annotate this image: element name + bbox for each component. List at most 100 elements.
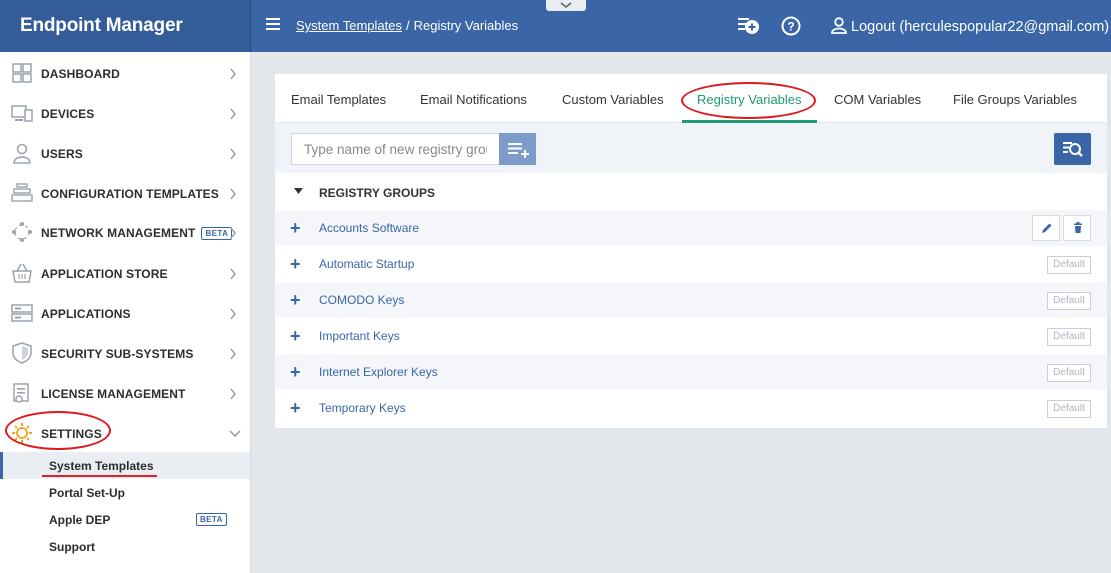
registry-group-name[interactable]: Important Keys — [319, 329, 400, 343]
svg-text:?: ? — [787, 20, 794, 34]
expand-plus-icon[interactable]: + — [290, 291, 301, 309]
user-icon — [831, 17, 847, 34]
table-row: + Internet Explorer Keys Default — [275, 354, 1107, 390]
hamburger-icon[interactable] — [266, 18, 280, 32]
applications-icon — [11, 304, 33, 322]
add-registry-group-button[interactable] — [499, 133, 536, 165]
table-row: + Automatic Startup Default — [275, 246, 1107, 282]
sidebar-item-settings[interactable]: SETTINGS — [0, 413, 250, 453]
expand-plus-icon[interactable]: + — [290, 327, 301, 345]
registry-group-name[interactable]: COMODO Keys — [319, 293, 404, 307]
registry-group-name-input[interactable] — [291, 133, 500, 165]
sidebar-item-label-text: NETWORK MANAGEMENT — [41, 226, 196, 240]
sidebar-item-label: SETTINGS — [41, 427, 102, 441]
beta-badge: BETA — [196, 513, 227, 526]
expand-plus-icon[interactable]: + — [290, 399, 301, 417]
license-icon — [13, 383, 29, 403]
tab-custom-variables[interactable]: Custom Variables — [562, 92, 664, 107]
sidebar-item-applications[interactable]: APPLICATIONS — [0, 293, 250, 333]
delete-button[interactable] — [1063, 215, 1091, 241]
default-badge: Default — [1047, 400, 1091, 418]
users-icon — [13, 143, 31, 164]
sidebar-subitem-apple-dep[interactable]: Apple DEP BETA — [0, 506, 250, 533]
tab-file-groups-variables[interactable]: File Groups Variables — [953, 92, 1077, 107]
registry-group-name[interactable]: Internet Explorer Keys — [319, 365, 438, 379]
chevron-right-icon — [230, 108, 236, 120]
top-bar: Endpoint Manager System Templates / Regist… — [0, 0, 1111, 52]
collapse-header-toggle[interactable] — [546, 0, 586, 11]
sidebar-item-label: DEVICES — [41, 107, 95, 121]
sidebar-item-label: NETWORK MANAGEMENT BETA — [41, 226, 233, 240]
sidebar-item-users[interactable]: USERS — [0, 133, 250, 173]
sidebar-subitem-label: Apple DEP — [49, 513, 111, 527]
filter-search-button[interactable] — [1054, 133, 1091, 165]
sidebar-item-dashboard[interactable]: DASHBOARD — [0, 53, 250, 93]
registry-groups-header[interactable]: REGISTRY GROUPS — [275, 173, 1107, 210]
chevron-down-icon — [560, 2, 572, 9]
sidebar-item-label: CONFIGURATION TEMPLATES — [41, 187, 219, 201]
sidebar-item-application-store[interactable]: APPLICATION STORE — [0, 253, 250, 293]
table-row: + Important Keys Default — [275, 318, 1107, 354]
help-icon[interactable]: ? — [780, 15, 802, 37]
tab-email-templates[interactable]: Email Templates — [291, 92, 386, 107]
sidebar: DASHBOARD DEVICES USERS CONFIGURATION TE… — [0, 52, 251, 573]
expand-plus-icon[interactable]: + — [290, 363, 301, 381]
registry-group-name[interactable]: Temporary Keys — [319, 401, 406, 415]
sidebar-item-license-management[interactable]: LICENSE MANAGEMENT — [0, 373, 250, 413]
pencil-icon — [1042, 223, 1052, 233]
tab-com-variables[interactable]: COM Variables — [834, 92, 921, 107]
tab-registry-variables[interactable]: Registry Variables — [697, 92, 802, 107]
toolbar — [275, 123, 1107, 173]
tab-email-notifications[interactable]: Email Notifications — [420, 92, 527, 107]
chevron-right-icon — [230, 188, 236, 200]
logout-label: Logout (herculespopular22@gmail.com) — [851, 19, 1110, 35]
sidebar-item-security-sub-systems[interactable]: SECURITY SUB-SYSTEMS — [0, 333, 250, 373]
default-badge: Default — [1047, 256, 1091, 274]
chevron-right-icon — [230, 227, 236, 239]
default-badge: Default — [1047, 292, 1091, 310]
sidebar-subitem-support[interactable]: Support — [0, 533, 250, 560]
content-panel: Email Templates Email Notifications Cust… — [275, 74, 1107, 428]
expand-plus-icon[interactable]: + — [290, 219, 301, 237]
edit-button[interactable] — [1032, 215, 1060, 241]
devices-icon — [11, 105, 33, 122]
trash-icon — [1074, 222, 1082, 233]
sidebar-item-network-management[interactable]: NETWORK MANAGEMENT BETA — [0, 212, 250, 252]
breadcrumb-separator: / — [405, 18, 410, 33]
chevron-right-icon — [230, 268, 236, 280]
chevron-right-icon — [230, 308, 236, 320]
beta-badge: BETA — [201, 227, 233, 240]
sidebar-subitem-label: System Templates — [49, 459, 154, 473]
default-badge: Default — [1047, 328, 1091, 346]
store-icon — [12, 263, 32, 283]
table-row: + Accounts Software — [275, 210, 1107, 246]
registry-group-name[interactable]: Accounts Software — [319, 221, 419, 235]
sidebar-item-configuration-templates[interactable]: CONFIGURATION TEMPLATES — [0, 173, 250, 213]
breadcrumb-system-templates[interactable]: System Templates — [296, 18, 402, 33]
registry-group-name[interactable]: Automatic Startup — [319, 257, 414, 271]
sidebar-item-label: APPLICATIONS — [41, 307, 131, 321]
tab-bar: Email Templates Email Notifications Cust… — [275, 74, 1107, 123]
sidebar-item-label: SECURITY SUB-SYSTEMS — [41, 347, 194, 361]
dashboard-icon — [12, 63, 32, 83]
table-row: + Temporary Keys Default — [275, 390, 1107, 426]
sidebar-item-label: USERS — [41, 147, 83, 161]
caret-down-icon — [294, 188, 303, 194]
breadcrumb-current: Registry Variables — [413, 18, 519, 33]
sidebar-item-label: APPLICATION STORE — [41, 267, 168, 281]
add-ticket-icon[interactable] — [737, 15, 761, 37]
brand: Endpoint Manager — [0, 0, 251, 52]
chevron-right-icon — [230, 68, 236, 80]
logout-button[interactable]: Logout (herculespopular22@gmail.com) — [830, 16, 1109, 35]
breadcrumb: System Templates / Registry Variables — [296, 18, 518, 33]
chevron-right-icon — [230, 388, 236, 400]
default-badge: Default — [1047, 364, 1091, 382]
expand-plus-icon[interactable]: + — [290, 255, 301, 273]
sidebar-item-devices[interactable]: DEVICES — [0, 93, 250, 133]
chevron-down-icon — [229, 430, 241, 437]
sidebar-subitem-label: Support — [49, 540, 95, 554]
sidebar-subitem-portal-set-up[interactable]: Portal Set-Up — [0, 479, 250, 506]
brand-title: Endpoint Manager — [20, 15, 183, 36]
gear-icon — [12, 423, 32, 443]
sidebar-subitem-label: Portal Set-Up — [49, 486, 126, 500]
